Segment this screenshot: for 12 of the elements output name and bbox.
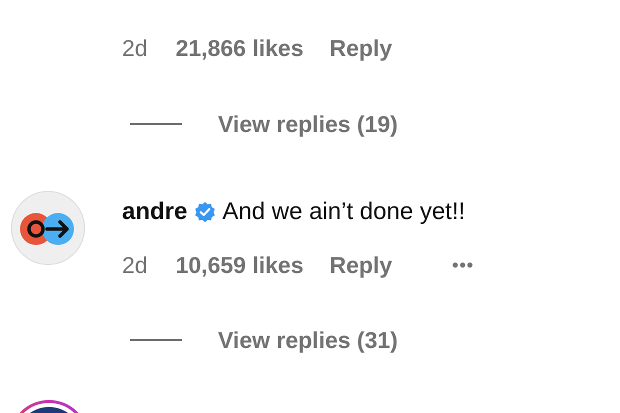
reply-link[interactable]: Reply <box>330 34 392 62</box>
username[interactable]: andre <box>122 198 188 226</box>
more-options-button[interactable]: ••• <box>452 254 474 276</box>
view-replies-link[interactable]: View replies (19) <box>218 110 398 138</box>
likes-count[interactable]: 21,866 likes <box>176 34 304 62</box>
likes-count[interactable]: 10,659 likes <box>176 252 304 278</box>
view-replies-link[interactable]: View replies (31) <box>218 326 398 354</box>
avatar-logo-icon[interactable] <box>11 191 85 265</box>
comment-text: And we ain’t done yet!! <box>222 198 466 226</box>
reply-link[interactable]: Reply <box>330 252 392 278</box>
comment-time: 2d <box>122 252 148 278</box>
comment-time: 2d <box>122 34 148 62</box>
